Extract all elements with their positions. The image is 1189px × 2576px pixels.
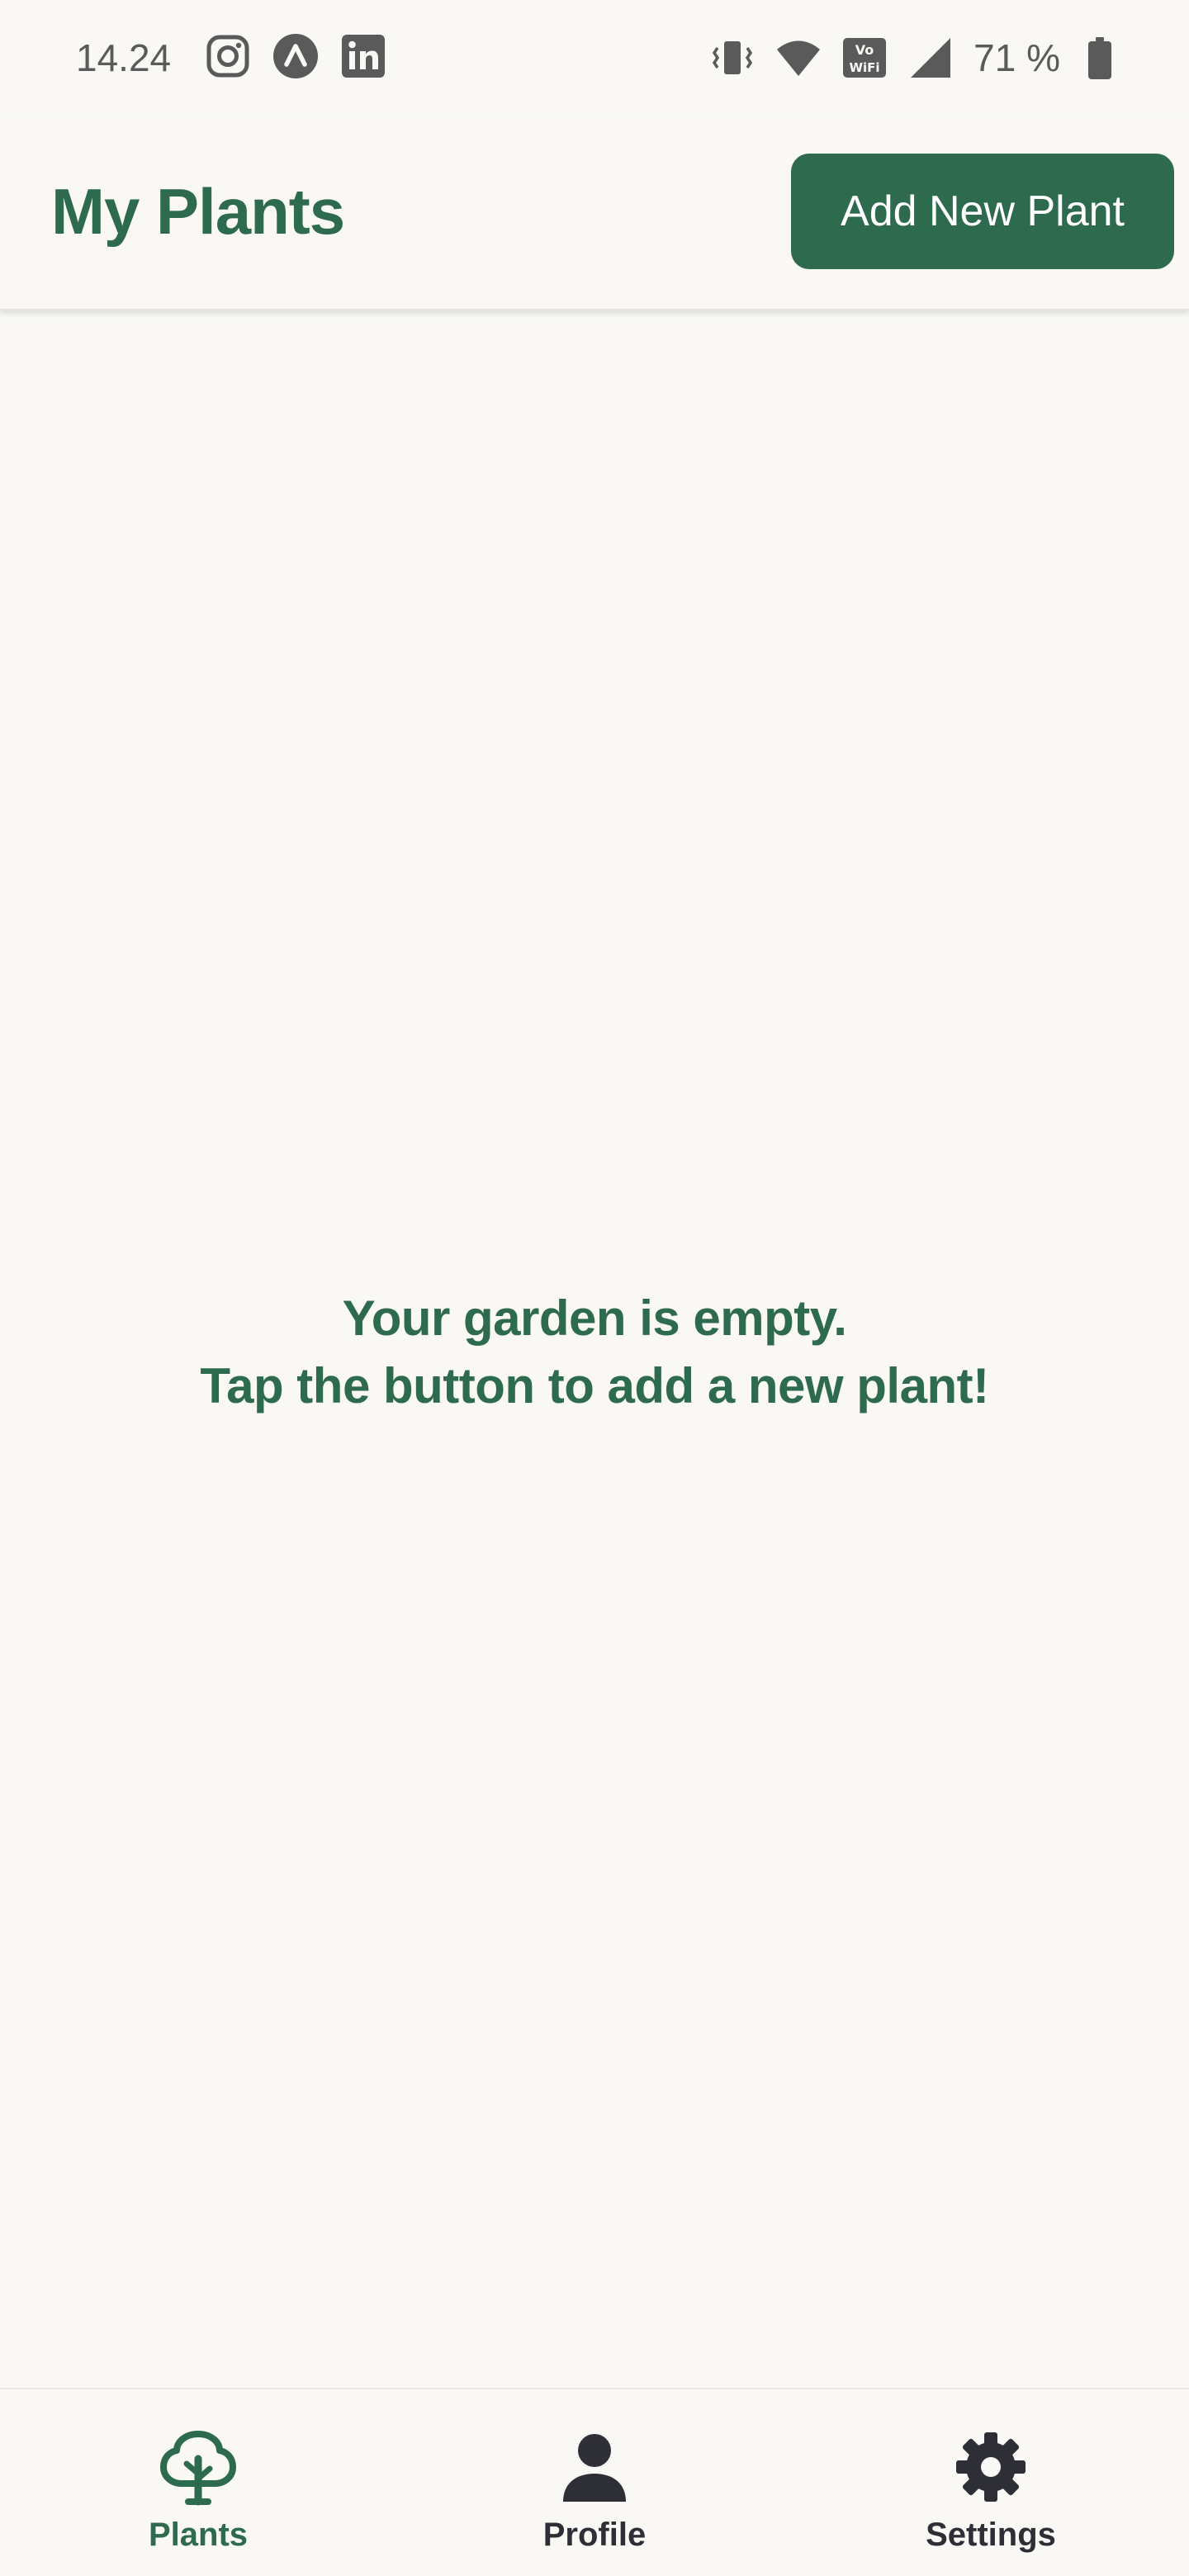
app-header: My Plants Add New Plant [0,116,1189,310]
status-bar: 14.24 Vo WiFi 71 % [0,0,1189,116]
vibrate-icon [709,35,756,81]
notification-icons [205,33,386,79]
signal-icon [907,35,954,81]
app-screen: 14.24 Vo WiFi 71 % My Plants Add New Pla… [0,0,1189,2576]
nav-tab-settings[interactable]: Settings [793,2389,1189,2576]
gear-icon [950,2426,1032,2508]
add-new-plant-button[interactable]: Add New Plant [791,154,1174,269]
person-icon [553,2426,636,2508]
nav-label-plants: Plants [148,2517,249,2553]
battery-icon [1077,35,1123,81]
page-title: My Plants [51,175,345,248]
vowifi-icon: Vo WiFi [841,35,888,81]
empty-state-line-2: Tap the button to add a new plant! [200,1358,989,1413]
svg-text:WiFi: WiFi [850,60,880,75]
tree-icon [157,2426,239,2508]
bottom-navigation: Plants Profile Settings [0,2388,1189,2576]
empty-state-line-1: Your garden is empty. [342,1290,847,1346]
battery-percent: 71 % [973,36,1060,79]
wifi-icon [775,35,822,81]
nav-tab-profile[interactable]: Profile [396,2389,793,2576]
empty-state-message: Your garden is empty. Tap the button to … [0,1285,1189,1420]
svg-text:Vo: Vo [855,42,874,58]
nav-label-settings: Settings [926,2517,1056,2553]
nav-tab-plants[interactable]: Plants [0,2389,396,2576]
linkedin-icon [340,33,386,79]
system-status: Vo WiFi 71 % [709,33,1123,83]
status-time: 14.24 [76,36,172,79]
nav-label-profile: Profile [542,2517,647,2553]
expo-icon [272,33,319,79]
instagram-icon [205,33,251,79]
